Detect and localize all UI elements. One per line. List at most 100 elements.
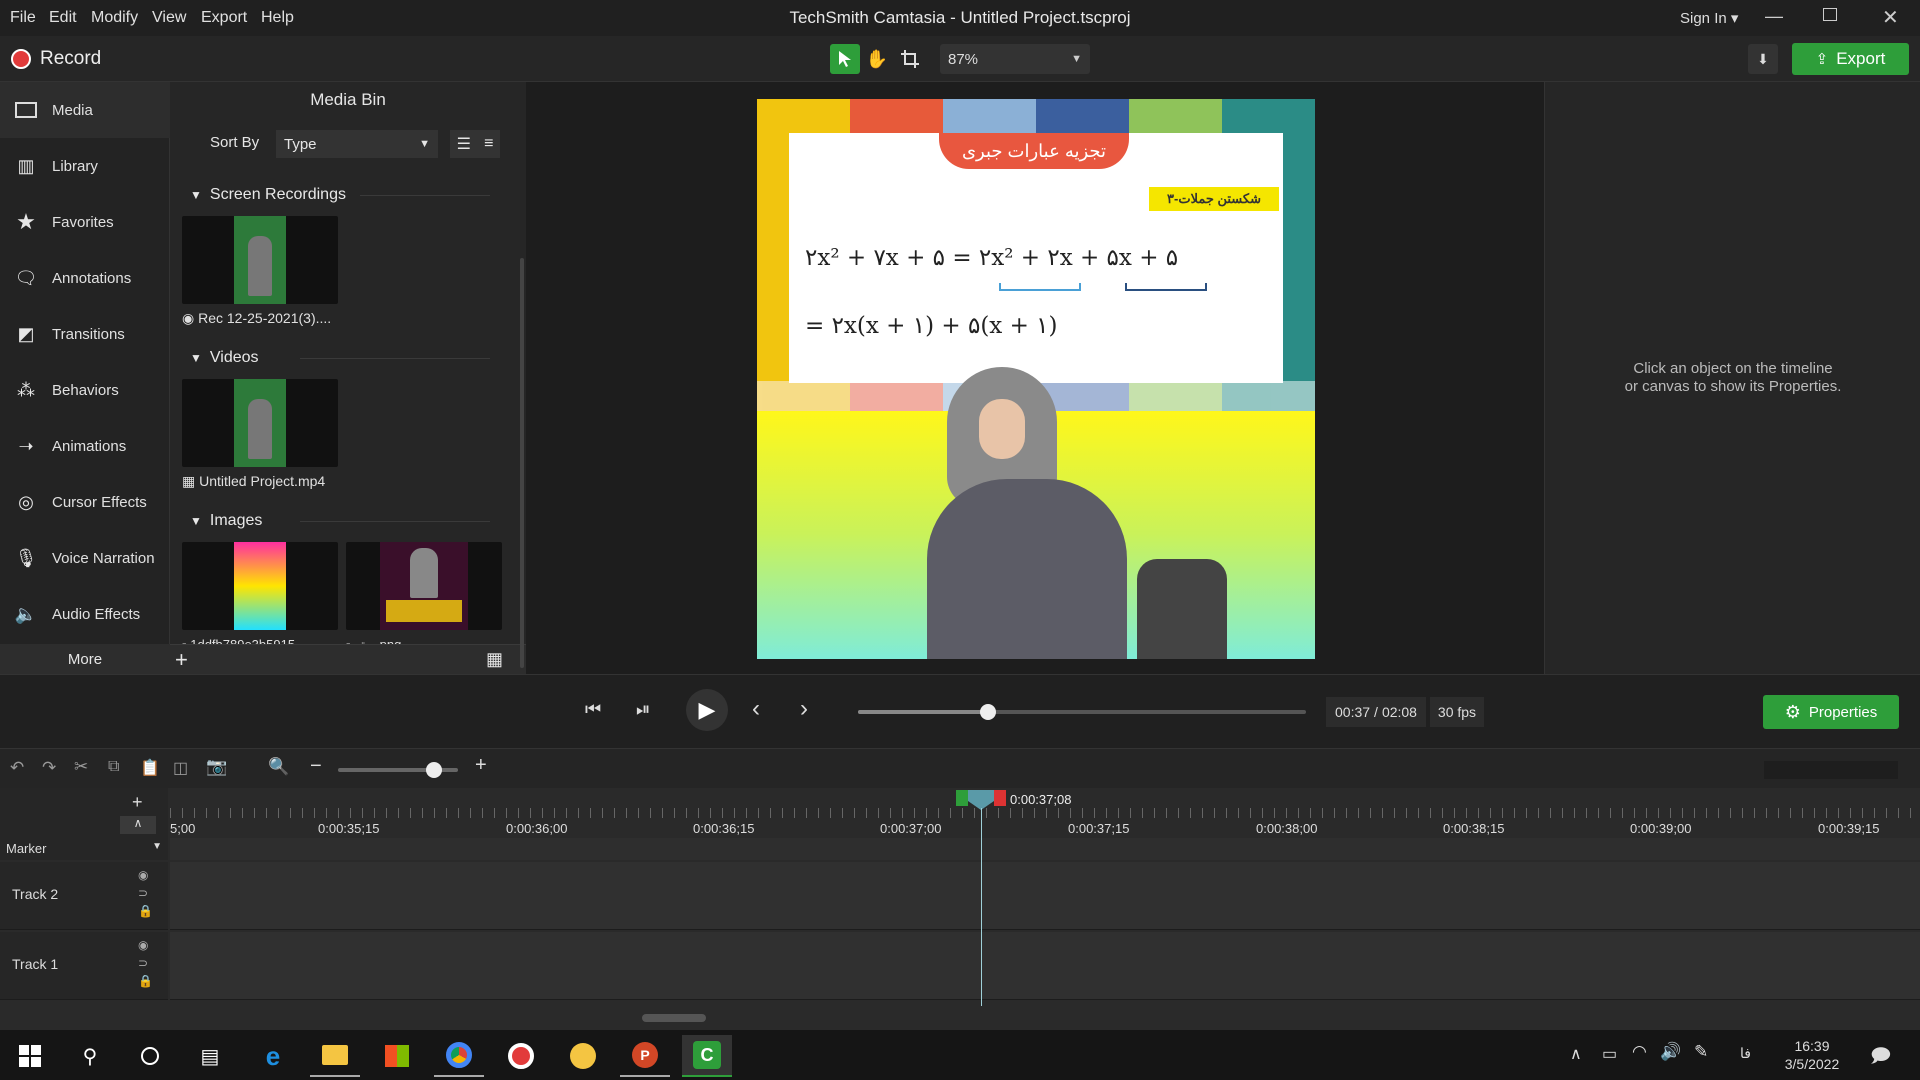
track-header-1[interactable]: Track 1 ◉ ⊃ 🔒 bbox=[0, 932, 168, 1000]
volume-icon[interactable]: 🔊 bbox=[1660, 1042, 1681, 1062]
search-icon[interactable]: 🔍 bbox=[268, 757, 289, 777]
camtasia-icon[interactable]: C bbox=[682, 1035, 732, 1077]
sort-descending-icon[interactable]: ≡ bbox=[484, 135, 493, 153]
playhead-in-marker[interactable] bbox=[956, 790, 968, 806]
cut-icon[interactable]: ✂ bbox=[74, 757, 88, 777]
grid-view-icon[interactable]: ▦ bbox=[486, 649, 503, 670]
pen-icon[interactable]: ✎ bbox=[1694, 1042, 1708, 1062]
media-item-image-thumbnail[interactable] bbox=[346, 542, 502, 630]
timeline-zoom-slider[interactable] bbox=[338, 762, 458, 778]
marker-lane[interactable] bbox=[170, 838, 1920, 860]
timeline-search-box[interactable] bbox=[1764, 761, 1898, 779]
track-lane-1[interactable] bbox=[170, 932, 1920, 1000]
export-button[interactable]: ⇪ Export bbox=[1792, 43, 1909, 75]
magnet-icon[interactable]: ⊃ bbox=[138, 886, 148, 900]
scrub-bar[interactable] bbox=[858, 704, 1306, 720]
add-track-button[interactable]: + bbox=[132, 792, 143, 813]
select-tool-button[interactable] bbox=[830, 44, 860, 74]
zoom-in-button[interactable]: + bbox=[475, 754, 487, 777]
sort-dropdown[interactable]: Type ▼ bbox=[276, 130, 438, 158]
norton-icon[interactable] bbox=[558, 1035, 608, 1077]
powerpoint-icon[interactable]: P bbox=[620, 1035, 670, 1077]
sidebar-item-animations[interactable]: ➝ Animations bbox=[0, 418, 170, 474]
copy-icon[interactable]: ⧉ bbox=[108, 758, 119, 776]
sidebar-item-behaviors[interactable]: ⁂ Behaviors bbox=[0, 362, 170, 418]
clock[interactable]: 16:39 3/5/2022 bbox=[1770, 1037, 1854, 1073]
file-explorer-icon[interactable] bbox=[310, 1035, 360, 1077]
media-bin-panel: Media Bin Sort By Type ▼ ☰ ≡ ▼ Screen Reco… bbox=[170, 82, 526, 674]
collapse-tracks-button[interactable]: ∧ bbox=[120, 816, 156, 834]
marker-track-header[interactable]: Marker ▼ bbox=[0, 838, 168, 860]
sidebar-item-label: Cursor Effects bbox=[52, 493, 147, 511]
zoom-dropdown[interactable]: 87% ▼ bbox=[940, 44, 1090, 74]
track-lane-2[interactable] bbox=[170, 862, 1920, 930]
sort-order-toggle[interactable]: ☰ ≡ bbox=[450, 130, 500, 158]
next-clip-button[interactable]: › bbox=[800, 695, 808, 723]
export-label: Export bbox=[1836, 49, 1886, 68]
sidebar-item-library[interactable]: ▥ Library bbox=[0, 138, 170, 194]
media-item-video[interactable] bbox=[182, 379, 338, 467]
task-view-icon[interactable]: ▤ bbox=[185, 1035, 235, 1077]
snapshot-icon[interactable]: 📷 bbox=[206, 757, 227, 777]
undo-icon[interactable]: ↶ bbox=[10, 758, 24, 778]
sign-in-button[interactable]: Sign In ▾ bbox=[1680, 9, 1738, 27]
section-videos[interactable]: ▼ Videos bbox=[190, 349, 259, 367]
eye-icon[interactable]: ◉ bbox=[138, 938, 148, 952]
wifi-icon[interactable]: ◠ bbox=[1632, 1042, 1647, 1062]
lock-icon[interactable]: 🔒 bbox=[138, 974, 153, 988]
eye-icon[interactable]: ◉ bbox=[138, 868, 148, 882]
step-back-button[interactable]: ⏮ bbox=[585, 699, 601, 720]
scrub-handle[interactable] bbox=[979, 704, 996, 720]
sidebar-item-favorites[interactable]: ★ Favorites bbox=[0, 194, 170, 250]
zoom-slider-handle[interactable] bbox=[426, 762, 442, 778]
section-screen-recordings[interactable]: ▼ Screen Recordings bbox=[190, 186, 346, 204]
paste-icon[interactable]: 📋 bbox=[140, 758, 160, 778]
pan-tool-button[interactable]: ✋ bbox=[862, 44, 892, 74]
preview-canvas[interactable]: تجزیه عبارات جبری ۳-شکستن جملات ۲x² + ۷x… bbox=[757, 99, 1315, 659]
lock-icon[interactable]: 🔒 bbox=[138, 904, 153, 918]
sidebar-item-annotations[interactable]: 🗨 Annotations bbox=[0, 250, 170, 306]
store-icon[interactable] bbox=[372, 1035, 422, 1077]
sidebar-item-transitions[interactable]: ◩ Transitions bbox=[0, 306, 170, 362]
play-button[interactable]: ▶ bbox=[686, 689, 728, 731]
restore-icon[interactable] bbox=[1823, 8, 1837, 21]
minimize-icon[interactable]: — bbox=[1765, 6, 1783, 27]
sort-ascending-icon[interactable]: ☰ bbox=[457, 134, 471, 154]
split-icon[interactable]: ◫ bbox=[173, 758, 188, 778]
track-header-2[interactable]: Track 2 ◉ ⊃ 🔒 bbox=[0, 862, 168, 930]
scrollbar-thumb[interactable] bbox=[642, 1014, 706, 1022]
previous-clip-button[interactable]: ‹ bbox=[752, 695, 760, 723]
sidebar-item-audio-effects[interactable]: 🔈 Audio Effects bbox=[0, 586, 170, 642]
recorder-icon[interactable] bbox=[496, 1035, 546, 1077]
media-item-image-gradient[interactable] bbox=[182, 542, 338, 630]
download-button[interactable]: ⬇ bbox=[1748, 44, 1778, 74]
language-indicator[interactable]: فا bbox=[1740, 1045, 1751, 1062]
close-icon[interactable]: ✕ bbox=[1882, 5, 1899, 30]
properties-button[interactable]: ⚙ Properties bbox=[1763, 695, 1899, 729]
cortana-icon[interactable] bbox=[125, 1035, 175, 1077]
sidebar-item-voice-narration[interactable]: 🎙 Voice Narration bbox=[0, 530, 170, 586]
redo-icon[interactable]: ↷ bbox=[42, 758, 56, 778]
edge-icon[interactable]: e bbox=[248, 1035, 298, 1077]
sidebar-item-media[interactable]: Media bbox=[0, 82, 170, 138]
playhead-out-marker[interactable] bbox=[994, 790, 1006, 806]
tray-chevron-icon[interactable]: ∧ bbox=[1570, 1044, 1582, 1064]
timeline-horizontal-scrollbar[interactable] bbox=[170, 1012, 1900, 1024]
section-images[interactable]: ▼ Images bbox=[190, 512, 262, 530]
more-button[interactable]: More bbox=[0, 644, 170, 674]
notifications-icon[interactable]: 🗩 bbox=[1870, 1042, 1891, 1074]
sidebar-item-cursor-effects[interactable]: ◎ Cursor Effects bbox=[0, 474, 170, 530]
step-forward-button[interactable]: ⏯ bbox=[636, 699, 650, 720]
media-item-screen-recording[interactable] bbox=[182, 216, 338, 304]
crop-tool-button[interactable] bbox=[895, 44, 925, 74]
magnet-icon[interactable]: ⊃ bbox=[138, 956, 148, 970]
chrome-icon[interactable] bbox=[434, 1035, 484, 1077]
playback-controls: ⏮ ⏯ ▶ ‹ › 00:37/02:08 30 fps ⚙ Propertie… bbox=[0, 674, 1920, 748]
add-media-button[interactable]: + bbox=[175, 647, 188, 673]
media-bin-scrollbar[interactable] bbox=[520, 258, 524, 668]
start-button[interactable] bbox=[5, 1035, 55, 1077]
zoom-out-button[interactable]: − bbox=[310, 755, 322, 778]
record-button[interactable]: Record bbox=[11, 48, 101, 70]
search-icon[interactable]: ⚲ bbox=[65, 1035, 115, 1077]
battery-icon[interactable]: ▭ bbox=[1602, 1044, 1617, 1064]
